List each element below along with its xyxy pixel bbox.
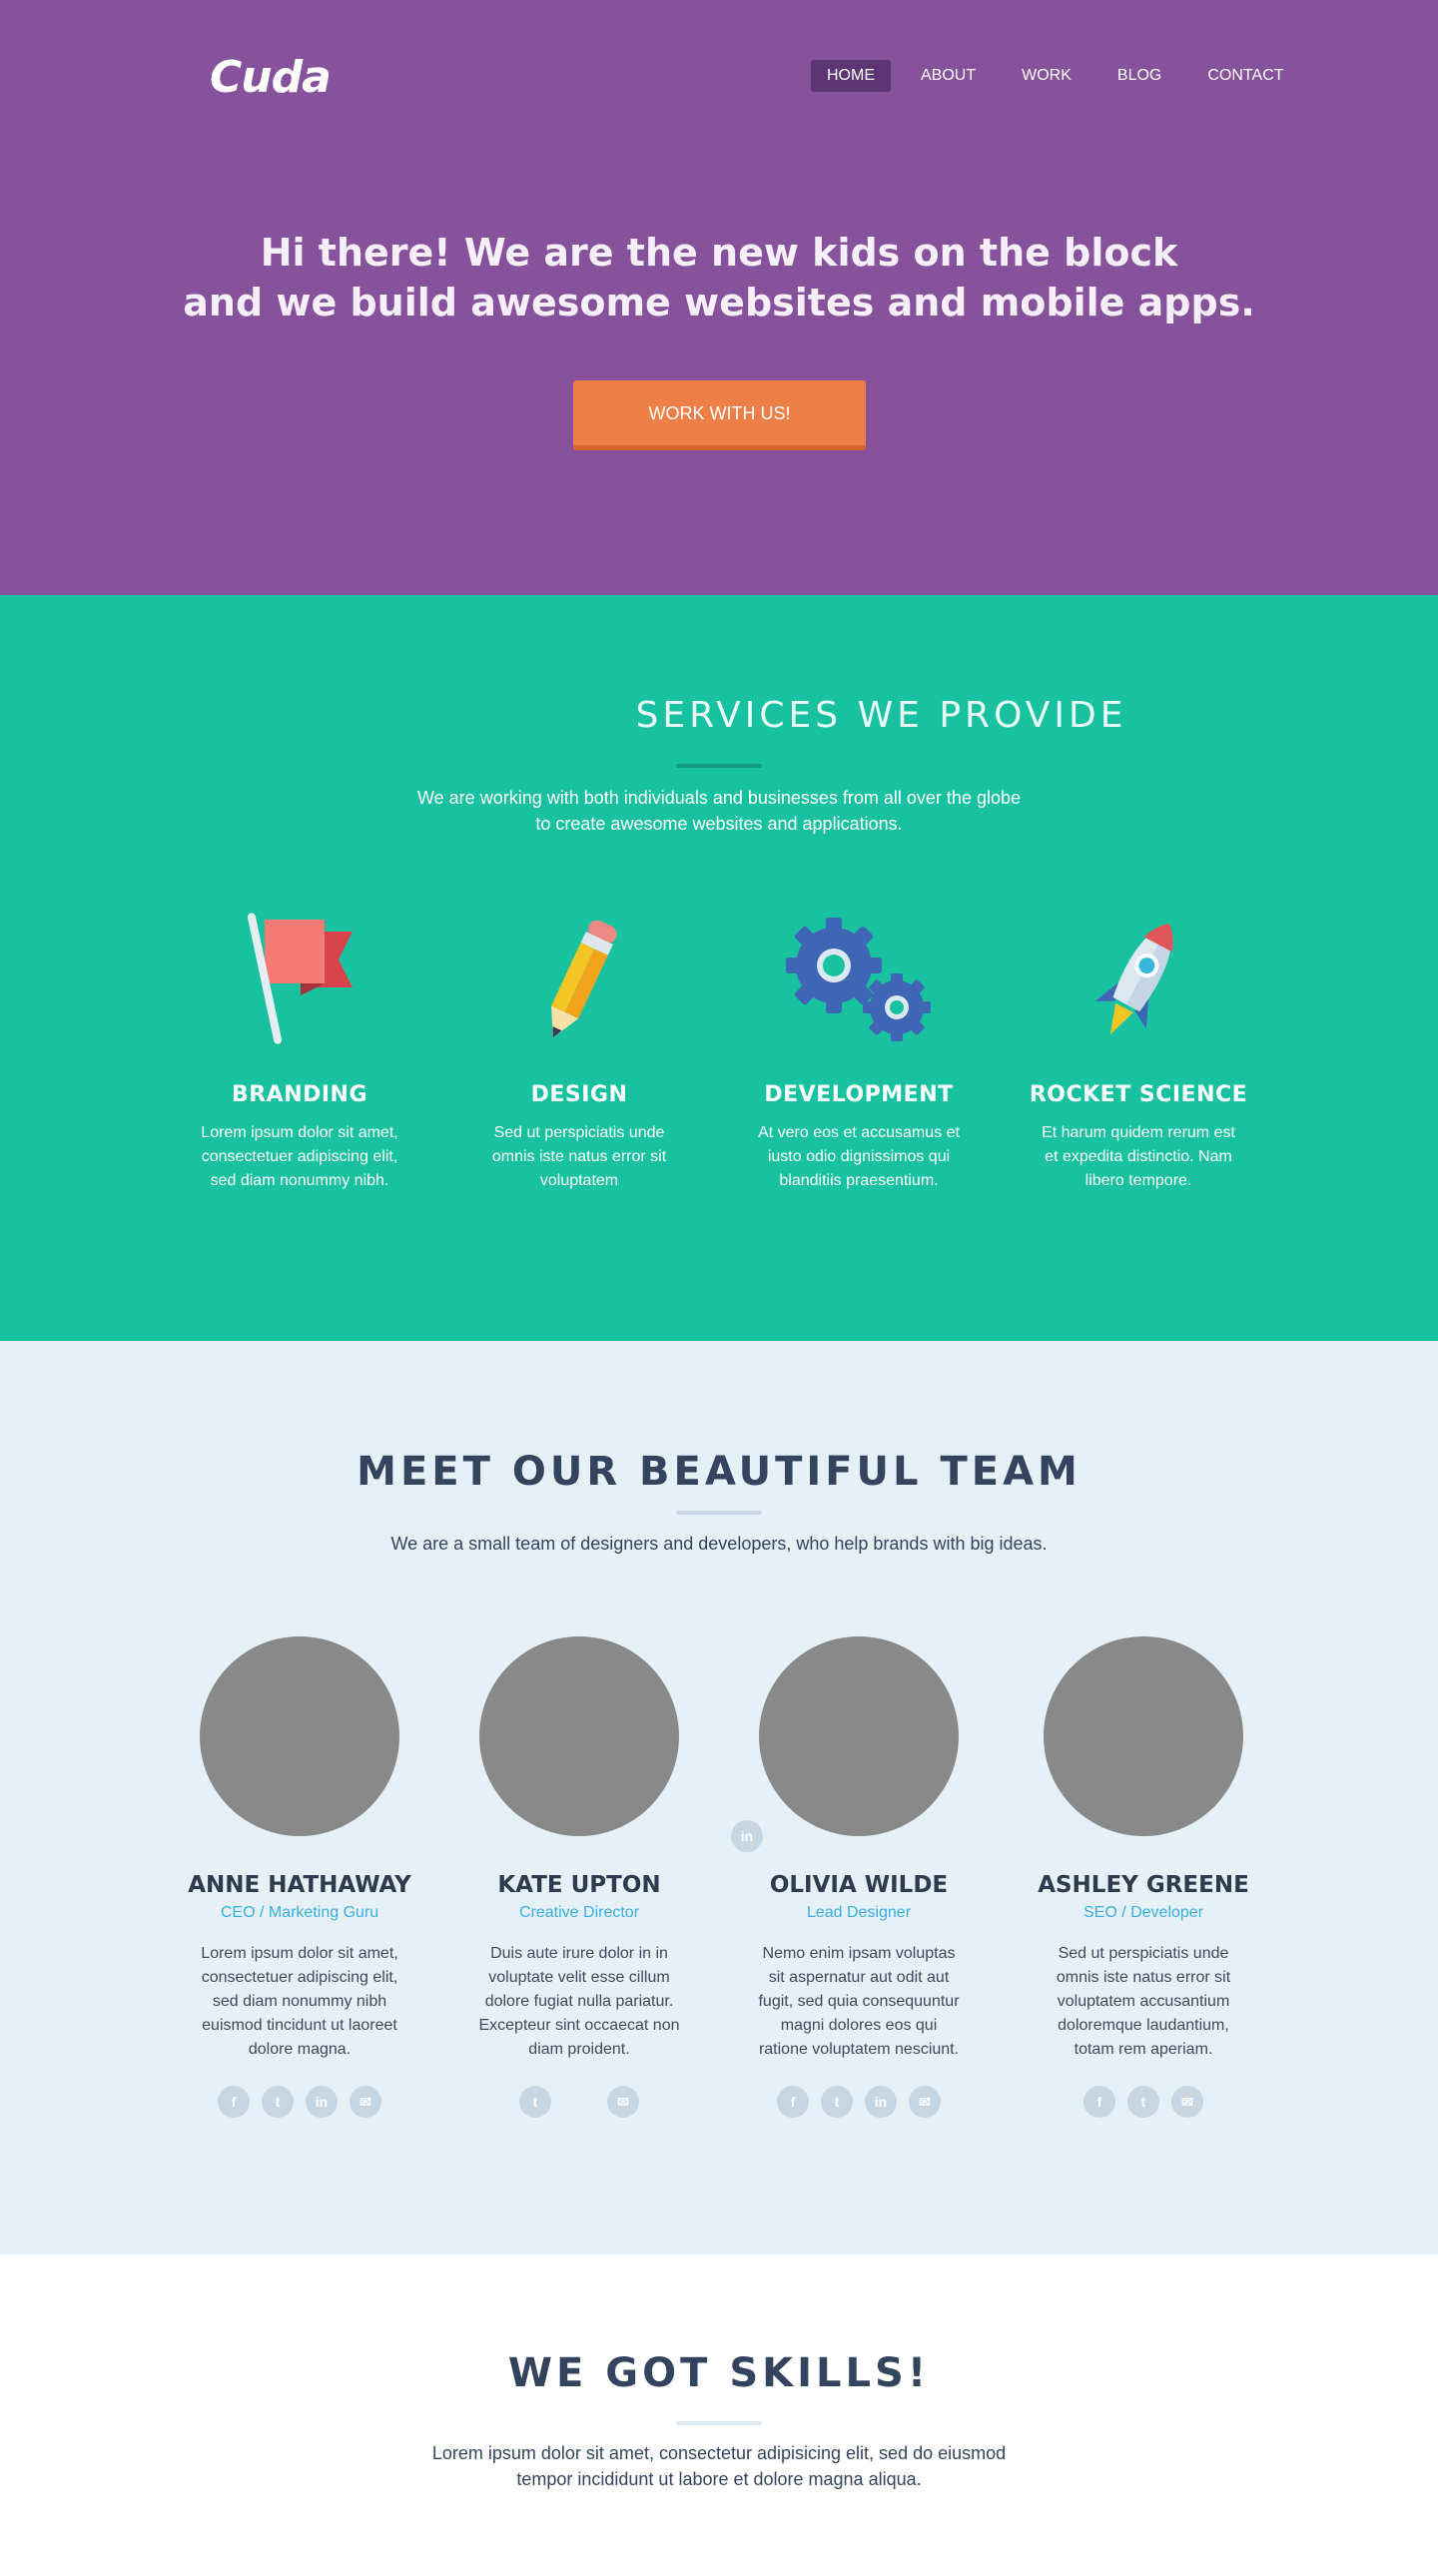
member-bio: Nemo enim ipsam voluptas sit aspernatur … (758, 1945, 960, 2058)
member-role: CEO / Marketing Guru (220, 1904, 379, 1921)
nav-contact[interactable]: CONTACT (1191, 60, 1299, 92)
logo[interactable]: Cuda (210, 52, 332, 103)
member-role: SEO / Developer (1082, 1904, 1204, 1921)
avatar (200, 1636, 399, 1836)
service-branding: BRANDING Lorem ipsum dolor sit amet, con… (185, 907, 414, 1193)
member-role: Lead Designer (806, 1904, 912, 1921)
social-links: f t ✉ (1024, 2086, 1263, 2118)
nav-about[interactable]: ABOUT (905, 60, 992, 92)
social-links: f t in ✉ (180, 2086, 419, 2118)
skills-intro-line1: Lorem ipsum dolor sit amet, consectetur … (431, 2443, 1007, 2463)
avatar (479, 1636, 679, 1836)
nav-home[interactable]: HOME (811, 60, 891, 92)
service-name: BRANDING (231, 1082, 368, 1107)
service-rocket-science: ROCKET SCIENCE Et harum quidem rerum est… (1024, 907, 1253, 1193)
mail-icon[interactable]: ✉ (1171, 2086, 1203, 2118)
hero-headline: Hi there! We are the new kids on the blo… (0, 228, 1438, 327)
services-heading: SERVICES WE PROVIDE (635, 695, 1127, 736)
social-links: f t in ✉ (739, 2086, 979, 2118)
services-divider (676, 764, 762, 768)
service-design: DESIGN Sed ut perspiciatis unde omnis is… (464, 907, 694, 1193)
member-bio: Sed ut perspiciatis unde omnis iste natu… (1056, 1945, 1231, 2058)
hero-section: Cuda HOME ABOUT WORK BLOG CONTACT Hi the… (0, 0, 1438, 595)
services-intro-line1: We are working with both individuals and… (417, 788, 1021, 808)
pencil-icon (464, 907, 694, 1056)
member-name: ASHLEY GREENE (1038, 1872, 1249, 1898)
main-nav: HOME ABOUT WORK BLOG CONTACT (811, 60, 1314, 92)
facebook-icon[interactable]: f (218, 2086, 250, 2118)
social-links: t ✉ (459, 2086, 699, 2118)
member-bio: Lorem ipsum dolor sit amet, consectetuer… (201, 1945, 398, 2058)
service-name: DESIGN (530, 1082, 628, 1107)
member-name: ANNE HATHAWAY (188, 1872, 411, 1898)
service-development: DEVELOPMENT At vero eos et accusamus et … (744, 907, 974, 1193)
nav-blog[interactable]: BLOG (1101, 60, 1177, 92)
services-section: SERVICES WE PROVIDE We are working with … (0, 595, 1438, 1341)
service-desc: Sed ut perspiciatis unde omnis iste natu… (491, 1124, 667, 1189)
team-section: MEET OUR BEAUTIFUL TEAM We are a small t… (0, 1341, 1438, 2254)
services-intro: We are working with both individuals and… (0, 785, 1438, 837)
team-divider (676, 1511, 762, 1515)
twitter-icon[interactable]: t (519, 2086, 551, 2118)
gears-icon (744, 907, 974, 1056)
twitter-icon[interactable]: t (1127, 2086, 1159, 2118)
skills-divider (676, 2421, 762, 2425)
team-member-anne: ANNE HATHAWAY CEO / Marketing Guru Lorem… (180, 1636, 419, 2118)
mail-icon[interactable]: ✉ (909, 2086, 941, 2118)
services-intro-line2: to create awesome websites and applicati… (535, 814, 903, 834)
skills-heading: WE GOT SKILLS! (507, 2350, 931, 2396)
social-placeholder (563, 2086, 595, 2118)
mail-icon[interactable]: ✉ (607, 2086, 639, 2118)
skills-intro-line2: tempor incididunt ut labore et dolore ma… (516, 2469, 922, 2489)
service-name: ROCKET SCIENCE (1029, 1082, 1248, 1107)
linkedin-icon[interactable]: in (306, 2086, 338, 2118)
hero-headline-line1: Hi there! We are the new kids on the blo… (260, 231, 1178, 275)
work-with-us-button[interactable]: WORK WITH US! (573, 380, 866, 450)
avatar (759, 1636, 959, 1836)
skills-intro: Lorem ipsum dolor sit amet, consectetur … (0, 2440, 1438, 2492)
twitter-icon[interactable]: t (821, 2086, 853, 2118)
twitter-icon[interactable]: t (262, 2086, 294, 2118)
hero-headline-line2: and we build awesome websites and mobile… (183, 281, 1255, 324)
facebook-icon[interactable]: f (777, 2086, 809, 2118)
service-desc: Lorem ipsum dolor sit amet, consectetuer… (201, 1124, 398, 1189)
skills-section: WE GOT SKILLS! Lorem ipsum dolor sit ame… (0, 2254, 1438, 2576)
member-role: Creative Director (518, 1904, 640, 1921)
rocket-icon (1024, 907, 1253, 1056)
service-desc: At vero eos et accusamus et iusto odio d… (758, 1124, 960, 1189)
nav-work[interactable]: WORK (1006, 60, 1087, 92)
member-bio: Duis aute irure dolor in in voluptate ve… (478, 1945, 680, 2058)
linkedin-icon[interactable]: in (865, 2086, 897, 2118)
team-member-olivia: OLIVIA WILDE Lead Designer Nemo enim ips… (739, 1636, 979, 2118)
team-heading: MEET OUR BEAUTIFUL TEAM (357, 1449, 1081, 1495)
flag-icon (185, 907, 414, 1056)
service-name: DEVELOPMENT (764, 1082, 954, 1107)
team-member-ashley: ASHLEY GREENE SEO / Developer Sed ut per… (1024, 1636, 1263, 2118)
team-intro: We are a small team of designers and dev… (390, 1534, 1048, 1554)
facebook-icon[interactable]: f (1083, 2086, 1115, 2118)
service-desc: Et harum quidem rerum est et expedita di… (1042, 1124, 1235, 1189)
mail-icon[interactable]: ✉ (350, 2086, 381, 2118)
member-name: OLIVIA WILDE (769, 1872, 949, 1898)
avatar (1044, 1636, 1243, 1836)
team-member-kate: KATE UPTON Creative Director Duis aute i… (459, 1636, 699, 2118)
member-name: KATE UPTON (497, 1872, 661, 1898)
